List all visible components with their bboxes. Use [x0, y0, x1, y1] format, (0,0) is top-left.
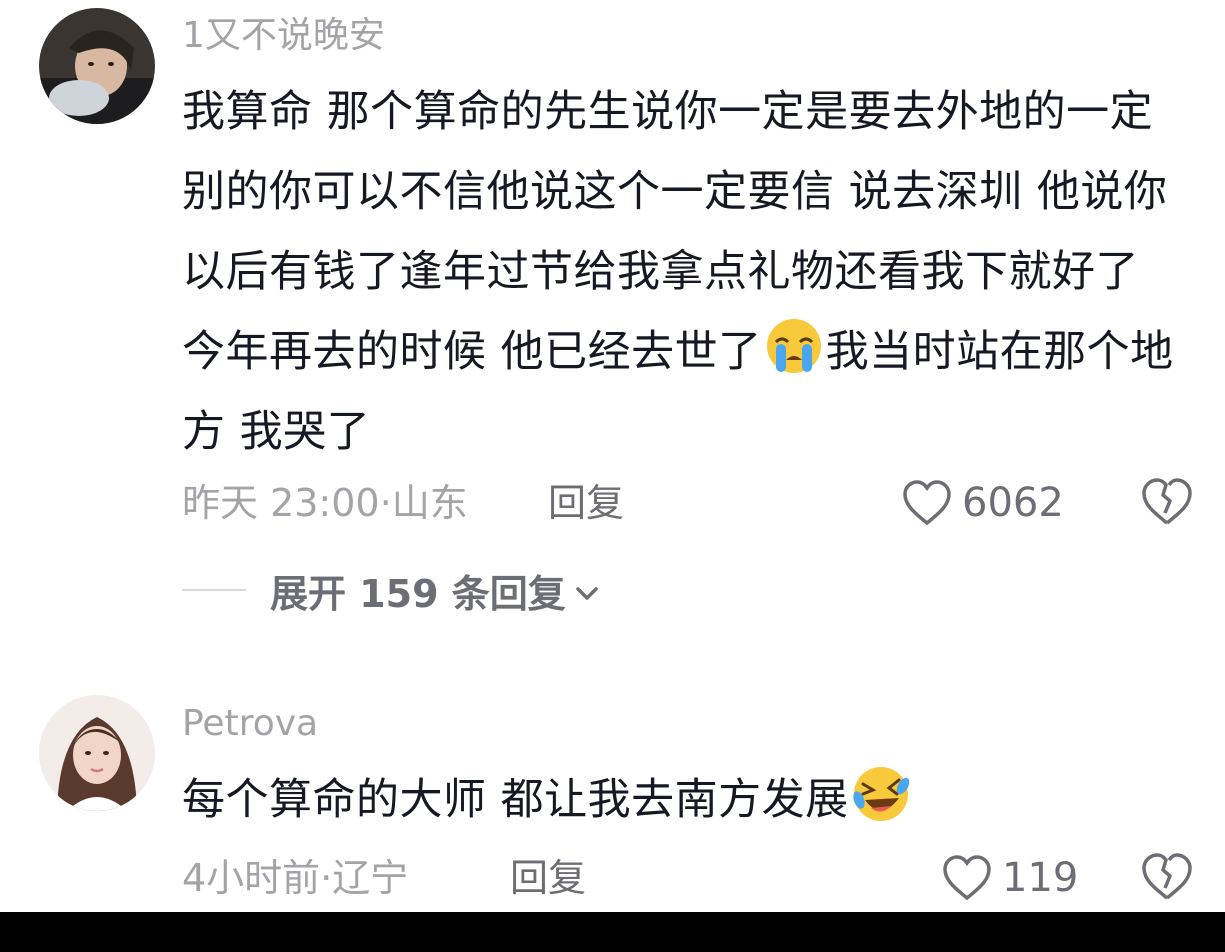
reply-button[interactable]: 回复 [548, 478, 624, 528]
like-button[interactable]: 6062 [902, 473, 1064, 533]
comment-time: 昨天 23:00 [182, 481, 380, 525]
like-count: 6062 [962, 480, 1064, 526]
loudly-crying-face-icon [764, 316, 824, 376]
comment-time: 4小时前 [182, 856, 321, 900]
avatar[interactable] [39, 8, 155, 124]
comment-list: 1又不说晚安 我算命 那个算命的先生说你一定是要去外地的一定 别的你可以不信他说… [0, 0, 1225, 952]
like-count: 119 [1002, 855, 1079, 901]
avatar[interactable] [39, 695, 155, 811]
rolling-laughing-face-icon [851, 764, 911, 824]
meta-separator: · [320, 856, 333, 900]
meta-separator: · [379, 481, 392, 525]
comment-location: 山东 [391, 481, 468, 525]
comment-item: Petrova 每个算命的大师 都让我去南方发展 4小时前·辽宁 回复 119 [0, 680, 1225, 912]
user-avatar-photo-icon [39, 695, 155, 811]
heart-icon [943, 855, 991, 901]
divider-line [182, 589, 246, 591]
comment-meta: 昨天 23:00·山东 [182, 478, 468, 528]
expand-replies-label: 展开 159 条回复 [270, 571, 566, 616]
expand-replies-button[interactable]: 展开 159 条回复 [270, 563, 600, 618]
comment-text-part: 每个算命的大师 都让我去南方发展 [182, 775, 849, 825]
bottom-bar [0, 912, 1225, 952]
user-avatar-photo-icon [39, 8, 155, 124]
comment-meta: 4小时前·辽宁 [182, 853, 408, 903]
comment-username[interactable]: 1又不说晚安 [182, 14, 385, 58]
dislike-button[interactable] [1141, 852, 1193, 904]
broken-heart-icon [1142, 853, 1192, 900]
like-button[interactable]: 119 [942, 848, 1078, 908]
comment-item: 1又不说晚安 我算命 那个算命的先生说你一定是要去外地的一定 别的你可以不信他说… [0, 0, 1225, 640]
comment-location: 辽宁 [332, 856, 409, 900]
broken-heart-icon [1142, 478, 1192, 525]
comment-text: 每个算命的大师 都让我去南方发展 [182, 760, 1192, 840]
comment-username[interactable]: Petrova [182, 702, 318, 746]
heart-icon [903, 480, 951, 526]
chevron-down-icon [574, 568, 600, 612]
comment-text: 我算命 那个算命的先生说你一定是要去外地的一定 别的你可以不信他说这个一定要信 … [182, 72, 1192, 472]
expand-replies-row: 展开 159 条回复 [182, 563, 600, 618]
reply-button[interactable]: 回复 [510, 853, 586, 903]
dislike-button[interactable] [1141, 477, 1193, 529]
